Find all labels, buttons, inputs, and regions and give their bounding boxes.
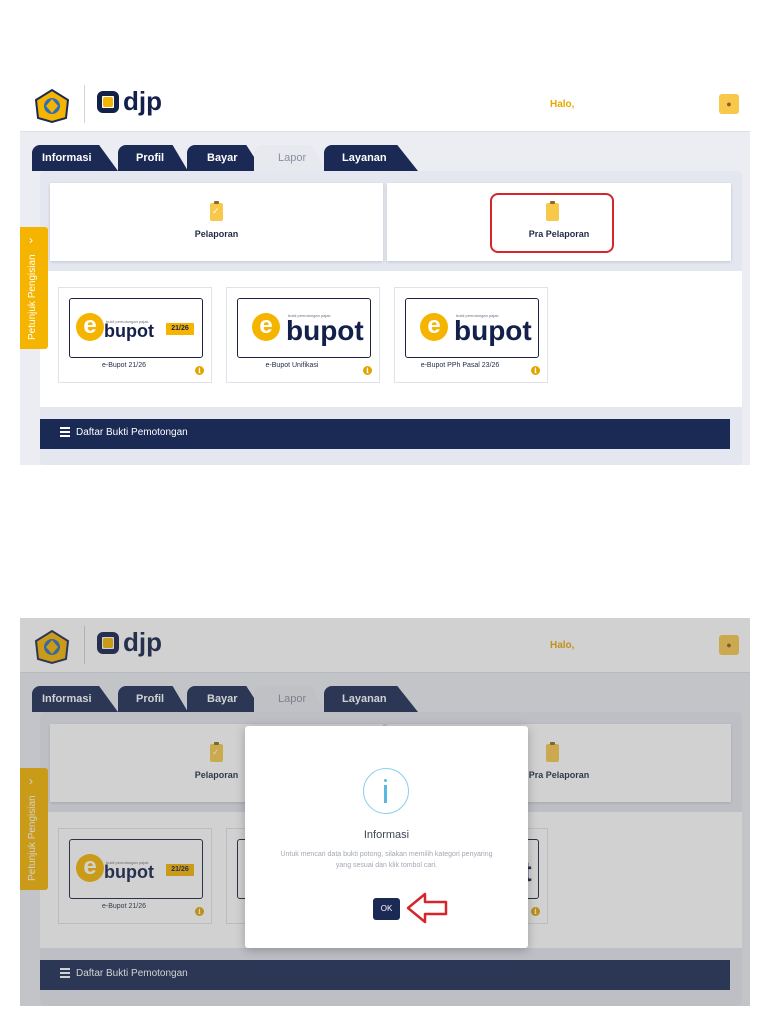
kemenkeu-emblem-icon [34,88,70,124]
screenshot-step-2: djp Halo, ● Informasi Profil Bayar Lapor… [20,618,750,1006]
side-tab-label: Petunjuk Pengisian [27,254,38,340]
tab-informasi[interactable]: Informasi [32,145,118,171]
info-icon[interactable]: i [195,366,204,375]
header-divider [84,85,85,123]
lapor-content: ✓ Pelaporan Pra Pelaporan e bukti pemoto… [40,171,742,465]
tab-bayar[interactable]: Bayar [187,145,263,171]
djp-logo-text: djp [123,86,162,116]
ebupot-logo: e bukti pemotongan pajak bupot [237,298,371,358]
app-tile-ebupot-2126[interactable]: e bukti pemotongan pajak bupot 21/26 e-B… [58,287,212,383]
screenshot-step-1: djp Halo, ● Informasi Profil Bayar Lapor… [20,77,750,465]
app-label: e-Bupot PPh Pasal 23/26 [420,362,500,369]
category-pelaporan[interactable]: ✓ Pelaporan [50,183,383,261]
info-circle-icon [363,768,409,814]
logo-word: bupot [104,321,154,341]
clipboard-icon [546,201,559,221]
chevron-right-icon: › [29,233,33,247]
arrow-left-annotation-icon [406,892,448,924]
list-icon [60,427,70,437]
ok-button[interactable]: OK [373,898,400,920]
logo-word: bupot [286,315,364,346]
djp-logo-icon [97,91,119,113]
logo-word: bupot [454,315,532,346]
ebupot-e-icon: e [420,313,448,341]
tab-profil[interactable]: Profil [118,145,188,171]
category-pra-pelaporan[interactable]: Pra Pelaporan [387,183,731,261]
category-label: Pra Pelaporan [528,229,590,239]
info-modal: Informasi Untuk mencari data bukti poton… [245,726,528,948]
greeting-text: Halo, [550,99,575,110]
ebupot-logo: e bukti pemotongan pajak bupot 21/26 [69,298,203,358]
category-label: Pelaporan [194,229,239,239]
modal-message: Untuk mencari data bukti potong, silakan… [280,851,493,869]
logo-tag: 21/26 [166,323,194,335]
tab-layanan[interactable]: Layanan [324,145,418,171]
clipboard-check-icon: ✓ [210,201,223,221]
app-label: e-Bupot Unifikasi [265,362,319,369]
ebupot-logo: e bukti pemotongan pajak bupot [405,298,539,358]
app-tile-ebupot-unifikasi[interactable]: e bukti pemotongan pajak bupot e-Bupot U… [226,287,380,383]
app-tile-ebupot-pph-2326[interactable]: e bukti pemotongan pajak bupot e-Bupot P… [394,287,548,383]
modal-title: Informasi [363,829,410,841]
ebupot-e-icon: e [252,313,280,341]
apps-list: e bukti pemotongan pajak bupot 21/26 e-B… [40,271,742,407]
ebupot-e-icon: e [76,313,104,341]
user-menu-button[interactable]: ● [719,94,739,114]
app-header: djp Halo, ● [20,77,750,132]
daftar-bukti-header[interactable]: Daftar Bukti Pemotongan [40,419,730,449]
tab-lapor[interactable]: Lapor [254,145,326,171]
petunjuk-pengisian-tab[interactable]: › Petunjuk Pengisian [20,227,48,349]
info-icon[interactable]: i [531,366,540,375]
app-label: e-Bupot 21/26 [102,362,146,369]
list-title: Daftar Bukti Pemotongan [76,427,188,438]
user-icon: ● [726,98,732,109]
info-icon[interactable]: i [363,366,372,375]
